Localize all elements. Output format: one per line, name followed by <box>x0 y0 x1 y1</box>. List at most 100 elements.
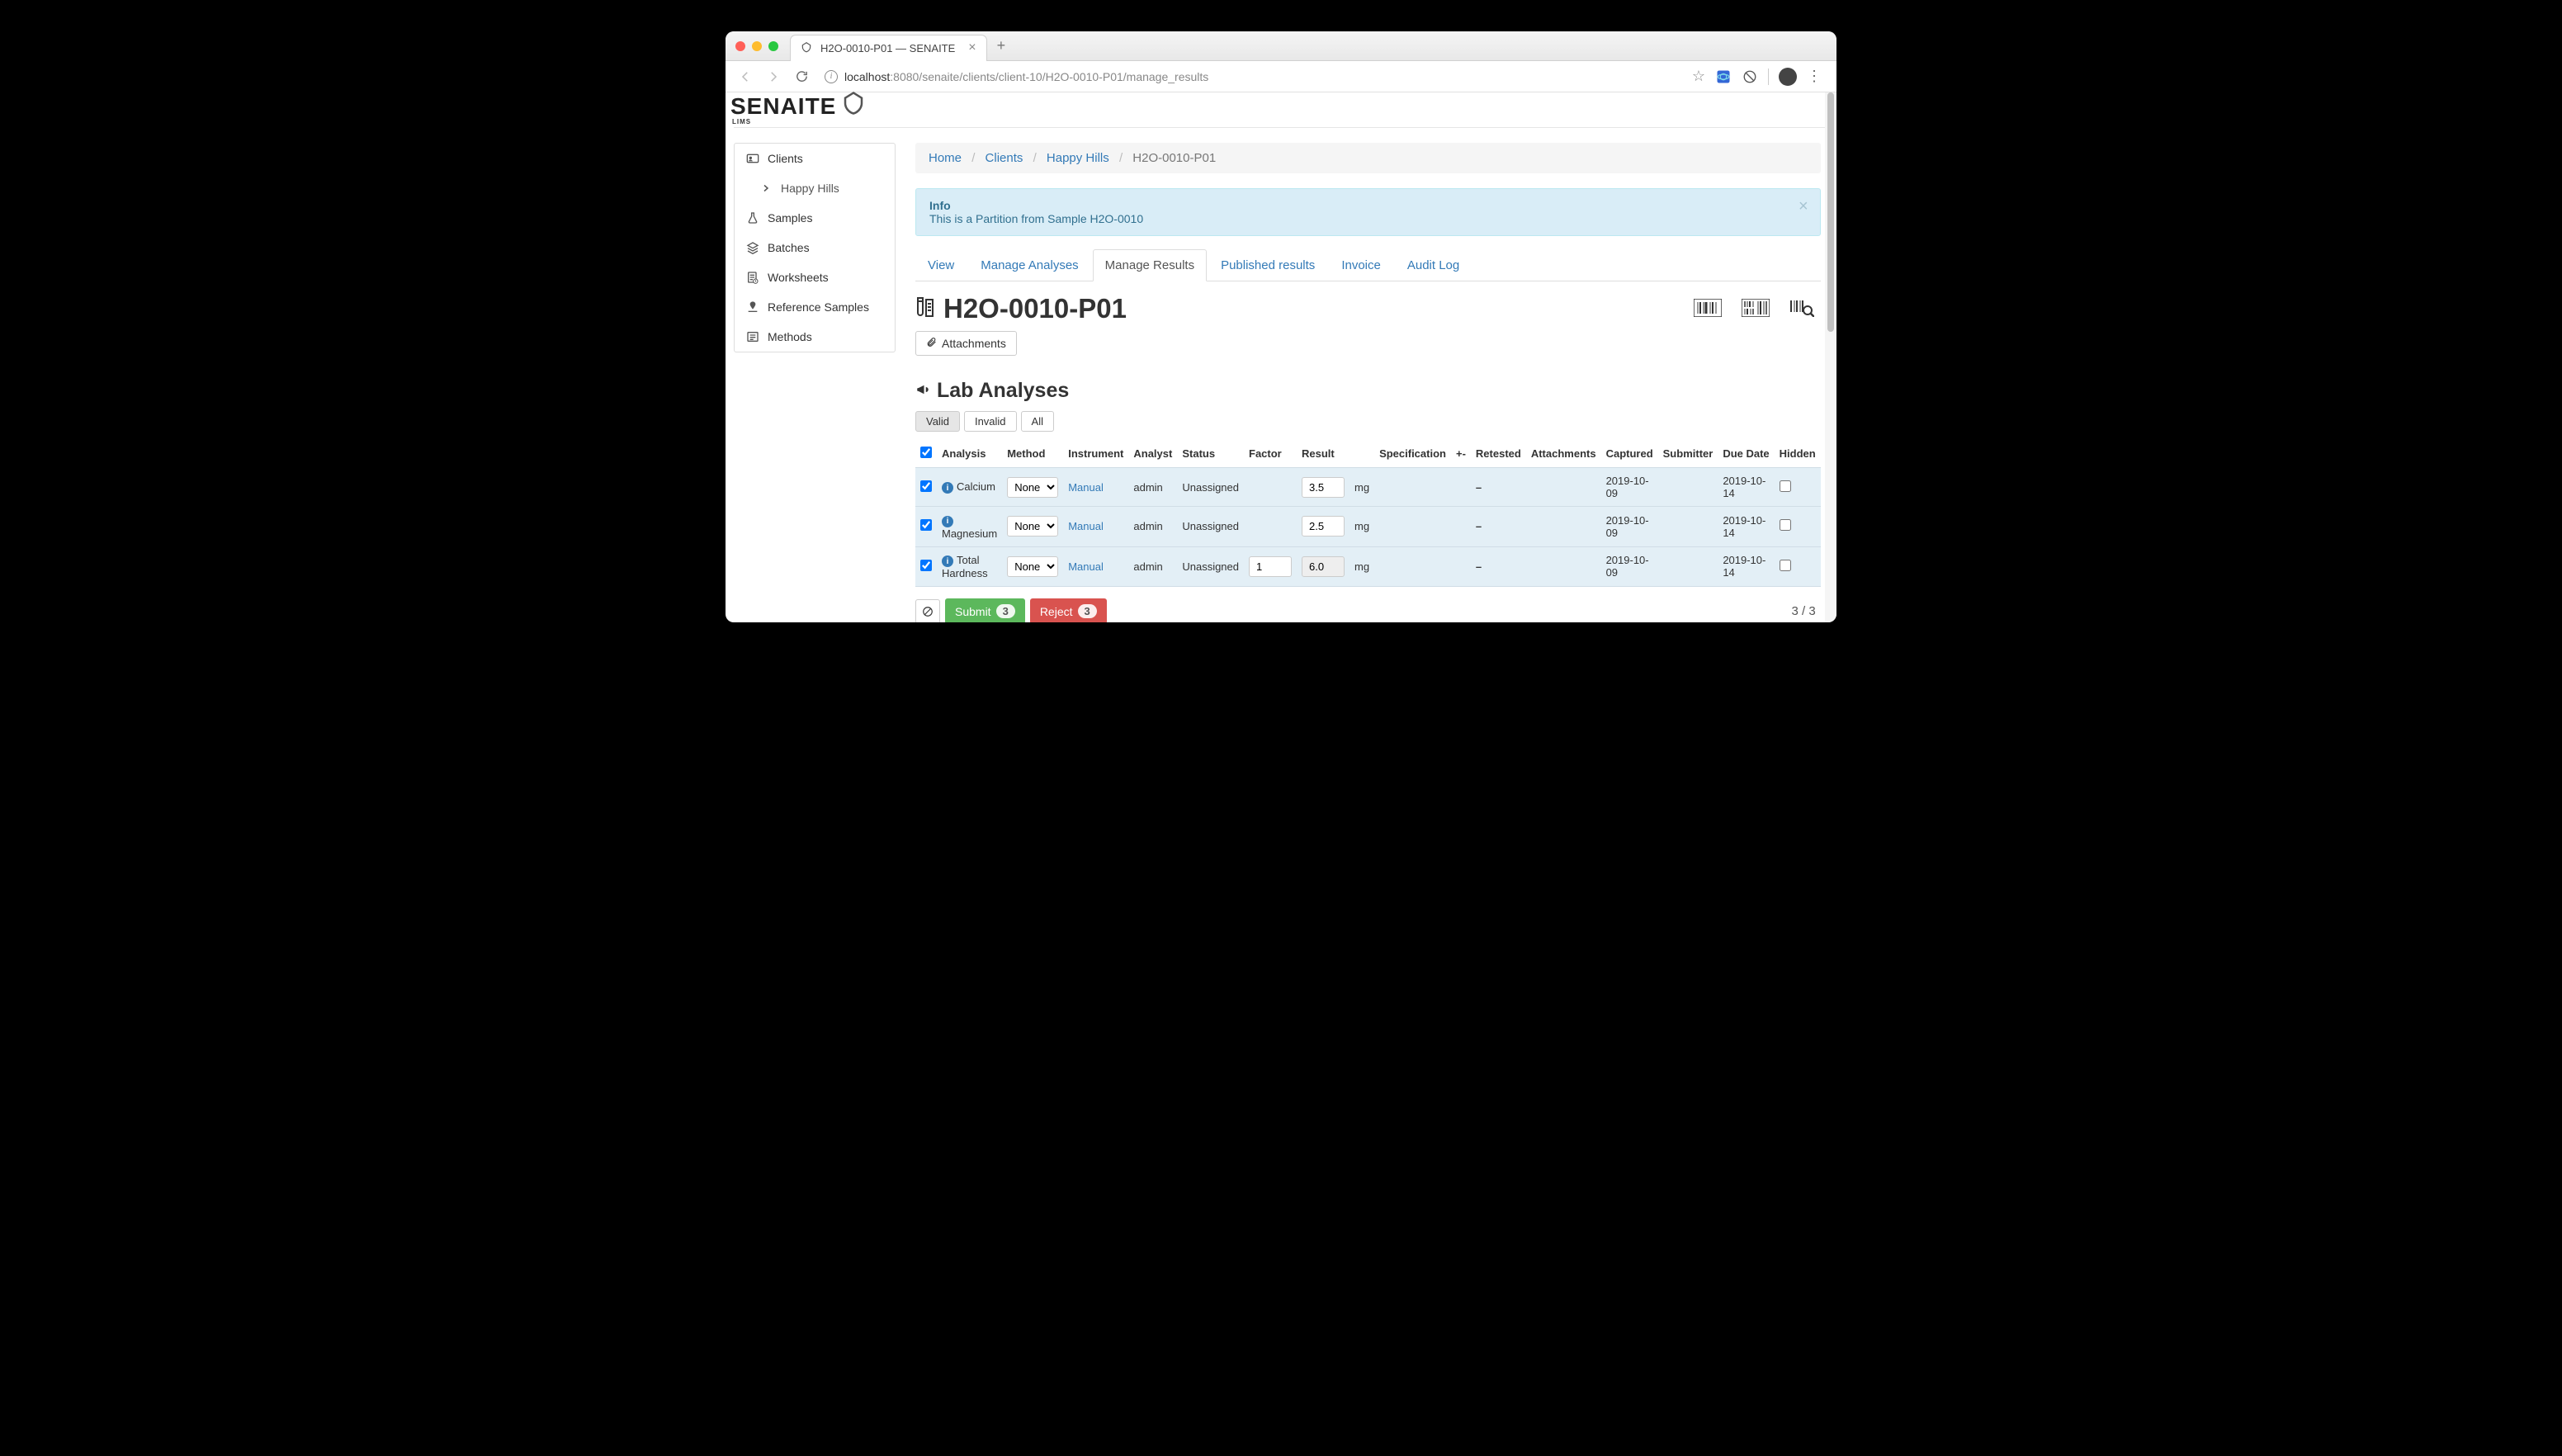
col-submitter: Submitter <box>1658 440 1718 468</box>
maximize-window-button[interactable] <box>768 41 778 51</box>
row-checkbox[interactable] <box>920 519 932 531</box>
info-icon[interactable]: i <box>942 555 953 567</box>
status-cell: Unassigned <box>1177 468 1244 507</box>
browser-tab[interactable]: H2O-0010-P01 — SENAITE × <box>790 35 987 61</box>
flask-icon <box>746 211 759 225</box>
factor-input[interactable] <box>1249 556 1292 577</box>
sidebar-label: Clients <box>768 152 803 165</box>
alert-close-button[interactable]: × <box>1799 197 1808 216</box>
hidden-checkbox[interactable] <box>1780 480 1791 492</box>
table-row: iTotal Hardness None Manual admin Unassi… <box>915 546 1821 587</box>
row-checkbox[interactable] <box>920 560 932 571</box>
address-bar[interactable]: i localhost:8080/senaite/clients/client-… <box>818 70 1687 83</box>
tab-published-results[interactable]: Published results <box>1208 249 1327 281</box>
analyst-cell: admin <box>1128 468 1177 507</box>
result-input[interactable] <box>1302 556 1345 577</box>
sidebar-item-worksheets[interactable]: Worksheets <box>735 262 895 292</box>
breadcrumb: Home / Clients / Happy Hills / H2O-0010-… <box>915 143 1821 173</box>
forward-button[interactable] <box>762 65 785 88</box>
sidebar-item-clients[interactable]: Clients <box>735 144 895 173</box>
sidebar-item-reference-samples[interactable]: Reference Samples <box>735 292 895 322</box>
browser-menu-button[interactable]: ⋮ <box>1807 68 1822 85</box>
tab-view[interactable]: View <box>915 249 967 281</box>
sidebar-item-methods[interactable]: Methods <box>735 322 895 352</box>
reload-button[interactable] <box>790 65 813 88</box>
attachments-button[interactable]: Attachments <box>915 331 1017 356</box>
filter-valid[interactable]: Valid <box>915 411 960 432</box>
toolbar-divider <box>1768 69 1769 85</box>
captured-cell: 2019-10-09 <box>1601 468 1658 507</box>
worksheet-icon <box>746 271 759 284</box>
profile-avatar[interactable] <box>1779 68 1797 86</box>
hidden-checkbox[interactable] <box>1780 560 1791 571</box>
instrument-link[interactable]: Manual <box>1068 481 1104 494</box>
col-attachments: Attachments <box>1526 440 1601 468</box>
url-host: localhost <box>844 70 890 83</box>
info-alert: × Info This is a Partition from Sample H… <box>915 188 1821 236</box>
submit-count: 3 <box>996 604 1015 618</box>
breadcrumb-client[interactable]: Happy Hills <box>1047 151 1109 165</box>
analyses-table: Analysis Method Instrument Analyst Statu… <box>915 440 1821 587</box>
breadcrumb-clients[interactable]: Clients <box>986 151 1023 165</box>
url-path: :8080/senaite/clients/client-10/H2O-0010… <box>890 70 1208 83</box>
alert-title: Info <box>929 199 951 212</box>
new-tab-button[interactable]: + <box>997 37 1006 54</box>
analyst-cell: admin <box>1128 546 1177 587</box>
method-select[interactable]: None <box>1007 556 1058 577</box>
select-all-checkbox[interactable] <box>920 447 932 458</box>
logo-text: SENAITE <box>730 93 836 120</box>
sidebar-label: Samples <box>768 211 812 225</box>
sidebar-label: Happy Hills <box>781 182 839 195</box>
unit-cell: mg <box>1350 507 1374 547</box>
barcode-search-button[interactable] <box>1789 299 1814 319</box>
barcode-sheet-button[interactable] <box>1742 299 1770 319</box>
hidden-checkbox[interactable] <box>1780 519 1791 531</box>
sidebar-nav: Clients Happy Hills Samples Batches <box>734 143 896 352</box>
address-card-icon <box>746 152 759 165</box>
site-info-icon[interactable]: i <box>825 70 838 83</box>
filter-all[interactable]: All <box>1021 411 1054 432</box>
back-button[interactable] <box>734 65 757 88</box>
result-input[interactable] <box>1302 516 1345 537</box>
tab-title: H2O-0010-P01 — SENAITE <box>820 42 955 54</box>
unit-cell: mg <box>1350 468 1374 507</box>
barcode-1d-button[interactable] <box>1694 299 1722 319</box>
bookmark-button[interactable]: ☆ <box>1692 68 1705 85</box>
tab-manage-results[interactable]: Manage Results <box>1093 249 1207 281</box>
paperclip-icon <box>926 337 937 350</box>
tab-manage-analyses[interactable]: Manage Analyses <box>968 249 1090 281</box>
sidebar-item-samples[interactable]: Samples <box>735 203 895 233</box>
due-cell: 2019-10-14 <box>1718 468 1774 507</box>
instrument-link[interactable]: Manual <box>1068 560 1104 573</box>
megaphone-icon <box>915 379 930 403</box>
close-window-button[interactable] <box>735 41 745 51</box>
chevron-right-icon <box>759 182 773 195</box>
breadcrumb-home[interactable]: Home <box>929 151 962 165</box>
tab-audit-log[interactable]: Audit Log <box>1395 249 1472 281</box>
result-input[interactable] <box>1302 477 1345 498</box>
clear-selection-button[interactable] <box>915 599 940 623</box>
filter-invalid[interactable]: Invalid <box>964 411 1017 432</box>
row-checkbox[interactable] <box>920 480 932 492</box>
instrument-link[interactable]: Manual <box>1068 520 1104 532</box>
info-icon[interactable]: i <box>942 482 953 494</box>
col-method: Method <box>1002 440 1063 468</box>
extension-icon-2[interactable] <box>1742 69 1758 85</box>
sidebar-label: Batches <box>768 241 810 254</box>
col-instrument: Instrument <box>1063 440 1128 468</box>
extension-icon-1[interactable] <box>1715 69 1732 85</box>
app-logo[interactable]: SENAITE LIMS <box>730 91 866 125</box>
reject-button[interactable]: Reject 3 <box>1030 598 1107 622</box>
sidebar-item-happy-hills[interactable]: Happy Hills <box>735 173 895 203</box>
method-select[interactable]: None <box>1007 477 1058 498</box>
close-tab-button[interactable]: × <box>968 40 976 55</box>
col-analysis: Analysis <box>937 440 1002 468</box>
info-icon[interactable]: i <box>942 516 953 527</box>
vertical-scrollbar[interactable] <box>1825 92 1836 622</box>
method-select[interactable]: None <box>1007 516 1058 537</box>
submit-button[interactable]: Submit 3 <box>945 598 1025 622</box>
minimize-window-button[interactable] <box>752 41 762 51</box>
sidebar-item-batches[interactable]: Batches <box>735 233 895 262</box>
analyst-cell: admin <box>1128 507 1177 547</box>
tab-invoice[interactable]: Invoice <box>1329 249 1393 281</box>
